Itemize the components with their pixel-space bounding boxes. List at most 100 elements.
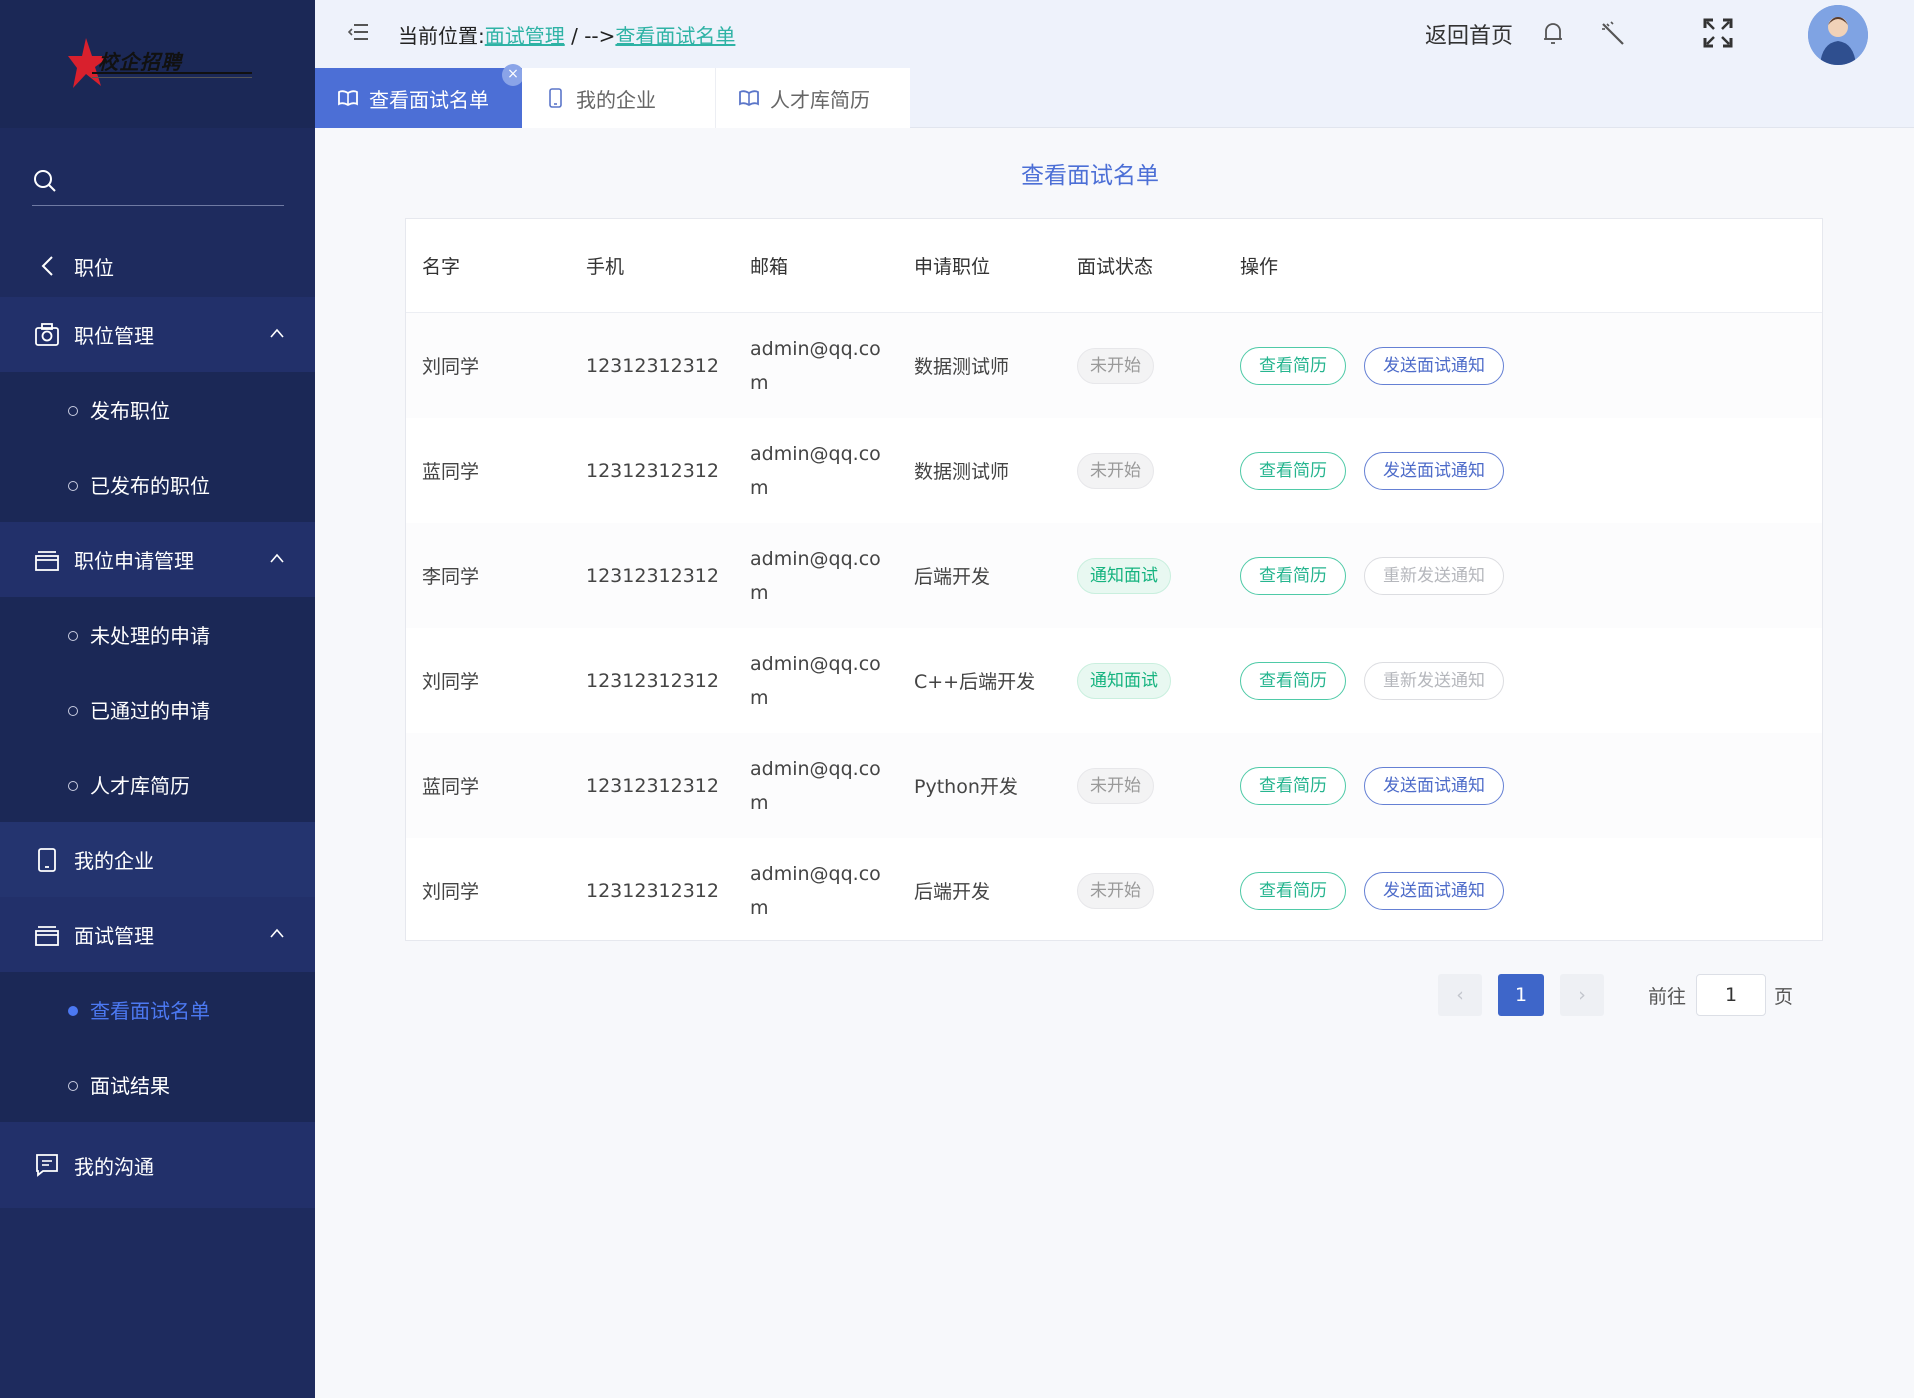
user-avatar[interactable]: [1808, 5, 1868, 65]
column-header-actions: 操作: [1240, 256, 1279, 278]
logo-underline: [92, 72, 252, 78]
cell-phone: 12312312312: [586, 774, 719, 797]
view-resume-button[interactable]: 查看简历: [1240, 346, 1346, 385]
status-badge: 未开始: [1077, 452, 1154, 489]
table-row: 刘同学 12312312312 admin@qq.com 后端开发 未开始 查看…: [406, 838, 1822, 943]
cell-status: 未开始: [1061, 452, 1224, 489]
cell-email-wrap: admin@qq.com: [734, 857, 898, 925]
cell-actions: 查看简历 重新发送通知: [1224, 661, 1824, 700]
next-page-button[interactable]: ›: [1560, 974, 1604, 1016]
column-header-phone: 手机: [586, 256, 625, 278]
logo[interactable]: 校企招聘: [68, 36, 253, 91]
sidebar-item-unprocessed[interactable]: 未处理的申请: [0, 597, 315, 672]
tab-close-button[interactable]: ×: [502, 64, 524, 86]
search-input[interactable]: [72, 166, 277, 198]
cell-name: 刘同学: [422, 356, 480, 378]
cell-status: 通知面试: [1061, 557, 1224, 594]
view-resume-button[interactable]: 查看简历: [1240, 661, 1346, 700]
sidebar-item-publish-job[interactable]: 发布职位: [0, 372, 315, 447]
column-header-position: 申请职位: [914, 256, 991, 278]
table-row: 蓝同学 12312312312 admin@qq.com Python开发 未开…: [406, 733, 1822, 838]
page-title: 查看面试名单: [1021, 163, 1159, 189]
bell-icon[interactable]: [1541, 20, 1565, 46]
sidebar: 校企招聘 职位 职位管理 发布职位 已发布的职位 职位申请管理 未处理的申请 已…: [0, 0, 315, 1398]
cell-phone: 12312312312: [586, 669, 719, 692]
cell-position: Python开发: [914, 776, 1018, 798]
cell-actions: 查看简历 发送面试通知: [1224, 871, 1824, 910]
cell-email: admin@qq.com: [750, 337, 881, 394]
cell-email-wrap: admin@qq.com: [734, 542, 898, 610]
column-header-status: 面试状态: [1077, 256, 1154, 278]
cell-email: admin@qq.com: [750, 547, 881, 604]
tablet-icon: [38, 847, 56, 872]
sidebar-item-published-jobs[interactable]: 已发布的职位: [0, 447, 315, 522]
sidebar-back-label: 职位: [74, 255, 114, 280]
send-interview-notice-button[interactable]: 发送面试通知: [1364, 346, 1505, 385]
return-home-link[interactable]: 返回首页: [1425, 18, 1513, 50]
status-badge: 未开始: [1077, 347, 1154, 384]
sidebar-group-job-management[interactable]: 职位管理: [0, 297, 315, 372]
chevron-up-icon: [270, 328, 284, 338]
sidebar-back-positions[interactable]: 职位: [0, 235, 315, 297]
interview-table: 名字 手机 邮箱 申请职位 面试状态 操作 刘同学 12312312312 ad…: [405, 218, 1823, 941]
view-resume-button[interactable]: 查看简历: [1240, 556, 1346, 595]
sidebar-item-label: 已发布的职位: [90, 474, 210, 498]
prev-page-button[interactable]: ‹: [1438, 974, 1482, 1016]
breadcrumb-interview-list[interactable]: 查看面试名单: [615, 24, 735, 48]
cell-status: 未开始: [1061, 347, 1224, 384]
send-interview-notice-button[interactable]: 发送面试通知: [1364, 451, 1505, 490]
breadcrumb: 当前位置:面试管理 / -->查看面试名单: [398, 20, 735, 49]
sidebar-item-interview-list[interactable]: 查看面试名单: [0, 972, 315, 1047]
view-resume-button[interactable]: 查看简历: [1240, 871, 1346, 910]
sidebar-item-approved[interactable]: 已通过的申请: [0, 672, 315, 747]
fullscreen-icon[interactable]: [1703, 18, 1733, 48]
goto-page-input[interactable]: [1696, 974, 1767, 1016]
sidebar-item-label: 人才库简历: [90, 774, 190, 798]
view-resume-button[interactable]: 查看简历: [1240, 766, 1346, 805]
chevron-up-icon: [270, 553, 284, 563]
cell-position: 后端开发: [914, 566, 991, 588]
pagination: ‹ 1 › 前往 页: [1438, 974, 1793, 1016]
breadcrumb-interview-management[interactable]: 面试管理: [485, 24, 565, 48]
send-interview-notice-button[interactable]: 发送面试通知: [1364, 871, 1505, 910]
goto-suffix: 页: [1774, 985, 1794, 1008]
sidebar-item-interview-results[interactable]: 面试结果: [0, 1047, 315, 1122]
sidebar-group-label: 面试管理: [74, 924, 154, 948]
sidebar-item-my-communication[interactable]: 我的沟通: [0, 1122, 315, 1208]
sidebar-group-interview-management[interactable]: 面试管理: [0, 897, 315, 972]
resend-notice-button[interactable]: 重新发送通知: [1364, 661, 1505, 700]
cell-name: 蓝同学: [422, 776, 480, 798]
cell-phone: 12312312312: [586, 879, 719, 902]
sidebar-item-label: 我的沟通: [74, 1154, 154, 1179]
table-row: 刘同学 12312312312 admin@qq.com C++后端开发 通知面…: [406, 628, 1822, 733]
search-icon: [34, 170, 56, 192]
tab-my-company[interactable]: 我的企业: [522, 68, 716, 128]
sidebar-item-label: 查看面试名单: [90, 999, 210, 1023]
page-number-current[interactable]: 1: [1498, 974, 1544, 1016]
status-badge: 未开始: [1077, 872, 1154, 909]
table-header: 名字 手机 邮箱 申请职位 面试状态 操作: [406, 219, 1822, 313]
sidebar-group-application-management[interactable]: 职位申请管理: [0, 522, 315, 597]
sidebar-item-talent-pool[interactable]: 人才库简历: [0, 747, 315, 822]
status-badge: 通知面试: [1077, 662, 1171, 699]
column-header-email: 邮箱: [750, 256, 789, 278]
tab-interview-list[interactable]: 查看面试名单 ×: [315, 64, 524, 128]
table-row: 刘同学 12312312312 admin@qq.com 数据测试师 未开始 查…: [406, 313, 1822, 418]
menu-toggle-icon[interactable]: [348, 22, 370, 42]
view-resume-button[interactable]: 查看简历: [1240, 451, 1346, 490]
tab-bar: 查看面试名单 × 我的企业 人才库简历: [315, 64, 1914, 128]
cell-actions: 查看简历 发送面试通知: [1224, 766, 1824, 805]
send-interview-notice-button[interactable]: 发送面试通知: [1364, 766, 1505, 805]
book-icon: [338, 90, 358, 107]
cell-email: admin@qq.com: [750, 862, 881, 919]
page-title-wrap: 查看面试名单: [315, 156, 1914, 190]
sidebar-menu: 职位管理 发布职位 已发布的职位 职位申请管理 未处理的申请 已通过的申请 人才…: [0, 297, 315, 1208]
tab-label: 人才库简历: [770, 87, 870, 112]
resend-notice-button[interactable]: 重新发送通知: [1364, 556, 1505, 595]
magic-wand-icon[interactable]: [1599, 20, 1627, 46]
column-header-name: 名字: [422, 256, 461, 278]
sidebar-item-label: 面试结果: [90, 1074, 170, 1098]
goto-label: 前往: [1648, 985, 1687, 1008]
sidebar-item-my-company[interactable]: 我的企业: [0, 822, 315, 897]
tab-talent-pool[interactable]: 人才库简历: [716, 68, 910, 128]
